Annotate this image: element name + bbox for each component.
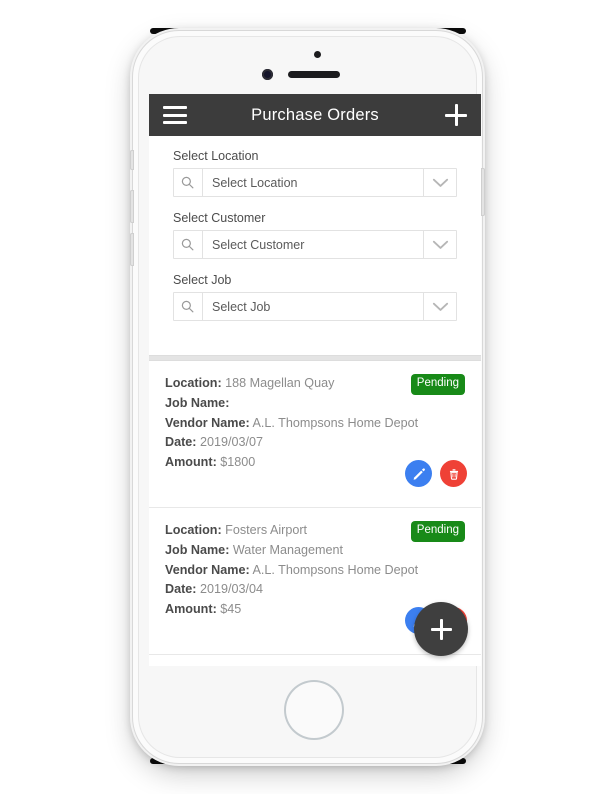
silent-switch-button[interactable] [130,150,134,170]
power-button[interactable] [481,168,485,216]
table-row[interactable]: Location: 188 Magellan Quay Job Name: Ve… [149,361,481,508]
status-badge: Pending [410,521,465,542]
order-date-row: Date: 2019/03/07 [165,433,465,453]
filter-customer-label: Select Customer [173,211,266,225]
order-vendor-value: A.L. Thompsons Home Depot [252,415,419,430]
pencil-icon [413,467,425,480]
edit-order-button[interactable] [405,460,432,487]
filter-location-group: Select Location Select Location [173,149,457,197]
home-button[interactable] [284,680,344,740]
order-location-label: Location: [165,523,222,537]
order-job-label: Job Name: [165,542,230,557]
filter-customer-group: Select Customer Select Customer [173,211,457,259]
trash-icon [449,468,458,480]
order-date-label: Date: [165,435,197,450]
filter-job-group: Select Job Select Job [173,273,457,321]
status-badge: Pending [410,374,465,395]
order-amount-label: Amount: [165,455,217,470]
filter-location-label: Select Location [173,149,259,163]
order-location-value: Fosters Airport [225,523,308,537]
order-amount-value: $45 [220,602,242,617]
order-date-label: Date: [165,582,197,597]
front-camera-icon [262,69,273,80]
volume-down-button[interactable] [130,233,134,266]
order-vendor-label: Vendor Name: [165,562,250,577]
floating-add-button[interactable] [414,602,468,656]
chevron-down-icon[interactable] [423,168,457,197]
order-date-value: 2019/03/04 [200,582,264,597]
order-vendor-row: Vendor Name: A.L. Thompsons Home Depot [165,561,465,581]
earpiece-speaker [288,71,340,78]
order-vendor-value: A.L. Thompsons Home Depot [252,562,419,577]
filter-job-label: Select Job [173,273,232,287]
app-header: Purchase Orders [149,94,481,136]
filter-location-value[interactable]: Select Location [203,168,423,197]
order-job-label: Job Name: [165,395,230,410]
search-icon [173,230,203,259]
search-icon [173,292,203,321]
order-location-label: Location: [165,376,222,390]
order-job-row: Job Name: Water Management [165,541,465,561]
chevron-down-icon[interactable] [423,292,457,321]
order-job-value: Water Management [232,542,344,557]
filter-job-value[interactable]: Select Job [203,292,423,321]
filter-customer-field[interactable]: Select Customer [173,230,457,259]
order-amount-value: $1800 [220,455,256,470]
filter-form: Select Location Select Location Select C… [149,136,481,355]
filter-job-field[interactable]: Select Job [173,292,457,321]
order-location-value: 188 Magellan Quay [225,376,335,390]
order-job-row: Job Name: [165,394,465,414]
order-vendor-label: Vendor Name: [165,415,250,430]
volume-up-button[interactable] [130,190,134,223]
order-date-row: Date: 2019/03/04 [165,580,465,600]
order-date-value: 2019/03/07 [200,435,264,450]
filter-location-field[interactable]: Select Location [173,168,457,197]
chevron-down-icon[interactable] [423,230,457,259]
proximity-sensor-icon [314,51,321,58]
filter-customer-value[interactable]: Select Customer [203,230,423,259]
order-vendor-row: Vendor Name: A.L. Thompsons Home Depot [165,414,465,434]
add-purchase-order-icon[interactable] [445,104,467,126]
order-actions [405,460,467,487]
search-icon [173,168,203,197]
plus-icon [430,618,452,640]
hamburger-menu-icon[interactable] [163,106,187,124]
page-title: Purchase Orders [251,105,379,124]
phone-screen: Purchase Orders Select Location Select L… [149,94,481,666]
delete-order-button[interactable] [440,460,467,487]
order-amount-label: Amount: [165,602,217,617]
